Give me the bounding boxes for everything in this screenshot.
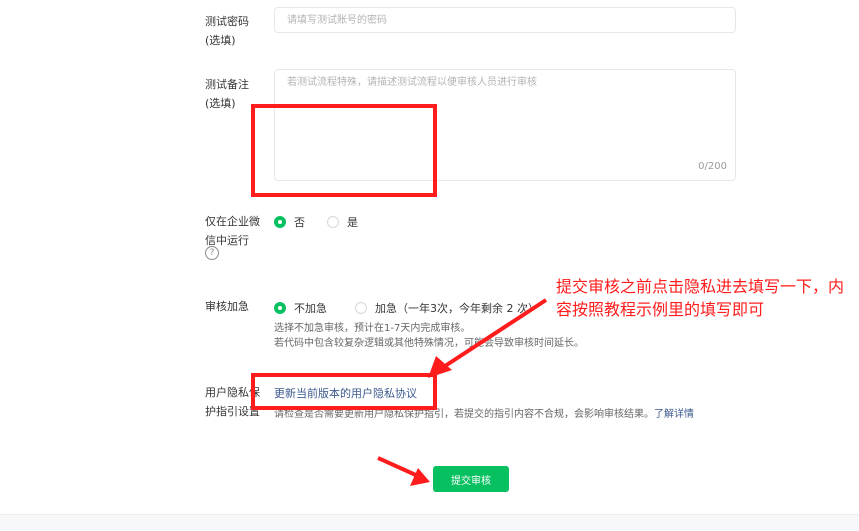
test-note-label-text: 测试备注: [205, 78, 249, 91]
wecom-only-label: 仅在企业微 信中运行: [205, 212, 265, 250]
radio-checked-icon: [274, 216, 286, 228]
wecom-only-radio-group: 否 是: [274, 214, 380, 230]
annotation-arrow-submit: [377, 456, 430, 486]
expedite-label: 审核加急: [205, 300, 249, 313]
wecom-only-option-no[interactable]: 否: [274, 214, 305, 230]
submit-review-button[interactable]: 提交审核: [433, 466, 509, 492]
wecom-only-option-no-label: 否: [294, 216, 305, 229]
help-icon[interactable]: ?: [205, 246, 219, 260]
test-password-input[interactable]: 请填写测试账号的密码: [274, 7, 736, 33]
test-password-label: 测试密码 (选填): [205, 12, 265, 50]
radio-checked-icon: [274, 302, 286, 314]
wecom-only-label-line1: 仅在企业微: [205, 215, 260, 228]
test-password-placeholder: 请填写测试账号的密码: [287, 15, 387, 26]
expedite-hint-line2: 若代码中包含较复杂逻辑或其他特殊情况，可能会导致审核时间延长。: [274, 338, 584, 349]
annotation-box-test-note: [251, 104, 437, 197]
expedite-option-urgent[interactable]: 加急（一年3次，今年剩余 2 次）: [355, 300, 539, 316]
test-password-optional: (选填): [205, 34, 236, 47]
expedite-hint: 选择不加急审核，预计在1-7天内完成审核。 若代码中包含较复杂逻辑或其他特殊情况…: [274, 321, 584, 351]
test-password-label-text: 测试密码: [205, 15, 249, 28]
radio-unchecked-icon: [327, 216, 339, 228]
learn-more-link[interactable]: 了解详情: [654, 409, 694, 420]
radio-unchecked-icon: [355, 302, 367, 314]
annotation-box-privacy: [251, 373, 437, 410]
expedite-radio-group: 不加急 加急（一年3次，今年剩余 2 次）: [274, 300, 561, 316]
expedite-option-normal-label: 不加急: [294, 302, 327, 315]
expedite-option-urgent-label: 加急（一年3次，今年剩余 2 次）: [375, 302, 539, 315]
expedite-option-normal[interactable]: 不加急: [274, 300, 327, 316]
test-note-char-counter: 0/200: [698, 161, 727, 172]
wecom-only-option-yes[interactable]: 是: [327, 214, 358, 230]
wecom-only-option-yes-label: 是: [347, 216, 358, 229]
expedite-hint-line1: 选择不加急审核，预计在1-7天内完成审核。: [274, 323, 471, 334]
privacy-hint-text: 请检查是否需要更新用户隐私保护指引，若提交的指引内容不合规，会影响审核结果。: [274, 409, 654, 420]
footer-bar: [0, 514, 859, 531]
annotation-text: 提交审核之前点击隐私进去填写一下，内容按照教程示例里的填写即可: [556, 277, 845, 319]
test-note-placeholder: 若测试流程特殊，请描述测试流程以便审核人员进行审核: [287, 77, 537, 88]
